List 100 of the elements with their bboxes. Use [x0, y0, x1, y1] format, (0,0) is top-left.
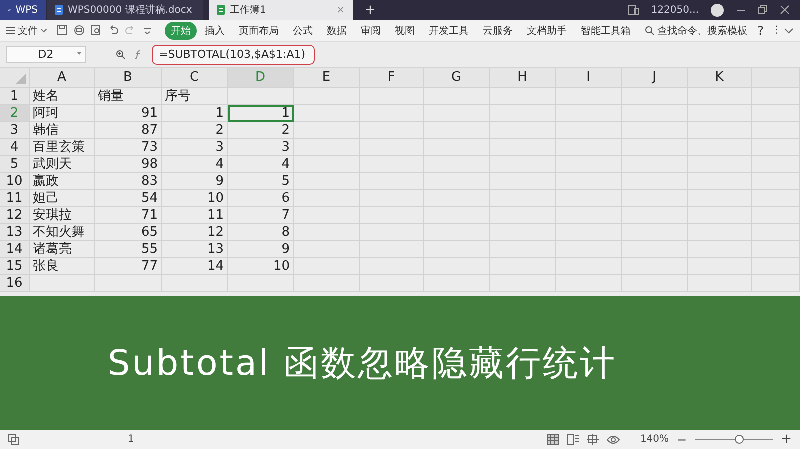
table-cell[interactable] — [360, 88, 424, 105]
table-cell[interactable] — [752, 224, 800, 241]
table-cell[interactable] — [424, 224, 490, 241]
table-cell[interactable] — [556, 258, 622, 275]
table-cell[interactable] — [424, 258, 490, 275]
column-header[interactable]: G — [424, 68, 490, 88]
table-cell[interactable]: 98 — [95, 156, 162, 173]
table-cell[interactable] — [622, 241, 688, 258]
close-icon[interactable] — [780, 5, 790, 15]
more-button[interactable]: ⋮ — [772, 25, 782, 36]
table-cell[interactable] — [360, 224, 424, 241]
ribbon-tab[interactable]: 审阅 — [355, 22, 387, 40]
table-cell[interactable] — [622, 88, 688, 105]
table-cell[interactable] — [556, 105, 622, 122]
table-cell[interactable] — [424, 190, 490, 207]
table-cell[interactable] — [622, 173, 688, 190]
table-cell[interactable] — [752, 139, 800, 156]
table-cell[interactable] — [294, 258, 360, 275]
ribbon-tab[interactable]: 数据 — [321, 22, 353, 40]
row-header[interactable]: 3 — [0, 122, 30, 139]
table-cell[interactable]: 54 — [95, 190, 162, 207]
table-cell[interactable] — [294, 207, 360, 224]
table-cell[interactable] — [556, 88, 622, 105]
table-cell[interactable] — [752, 88, 800, 105]
table-cell[interactable] — [490, 105, 556, 122]
table-cell[interactable]: 4 — [228, 156, 294, 173]
table-cell[interactable] — [556, 241, 622, 258]
table-cell[interactable] — [294, 241, 360, 258]
table-cell[interactable]: 张良 — [30, 258, 95, 275]
table-cell[interactable] — [490, 224, 556, 241]
column-header[interactable]: C — [162, 68, 228, 88]
table-cell[interactable] — [688, 224, 752, 241]
name-box[interactable]: D2 — [6, 46, 86, 63]
table-cell[interactable]: 12 — [162, 224, 228, 241]
table-cell[interactable] — [752, 105, 800, 122]
row-header[interactable]: 11 — [0, 190, 30, 207]
table-cell[interactable] — [360, 258, 424, 275]
table-cell[interactable] — [490, 88, 556, 105]
table-cell[interactable]: 武则天 — [30, 156, 95, 173]
row-header[interactable]: 1 — [0, 88, 30, 105]
table-cell[interactable] — [490, 275, 556, 292]
table-cell[interactable]: 韩信 — [30, 122, 95, 139]
avatar-icon[interactable] — [711, 4, 724, 16]
table-cell[interactable]: 安琪拉 — [30, 207, 95, 224]
table-cell[interactable] — [424, 105, 490, 122]
table-cell[interactable] — [424, 156, 490, 173]
table-cell[interactable] — [556, 173, 622, 190]
table-cell[interactable] — [752, 156, 800, 173]
table-cell[interactable] — [360, 173, 424, 190]
table-cell[interactable]: 6 — [228, 190, 294, 207]
new-tab-button[interactable]: + — [353, 0, 388, 20]
table-cell[interactable] — [360, 156, 424, 173]
table-cell[interactable] — [622, 156, 688, 173]
row-header[interactable]: 14 — [0, 241, 30, 258]
print-icon[interactable] — [74, 25, 85, 36]
table-cell[interactable]: 7 — [228, 207, 294, 224]
document-tab[interactable]: 工作簿1 × — [209, 0, 353, 20]
eye-icon[interactable] — [607, 434, 620, 444]
row-header[interactable]: 5 — [0, 156, 30, 173]
table-cell[interactable]: 4 — [162, 156, 228, 173]
selected-cell[interactable]: 1 — [228, 105, 294, 122]
formula-field[interactable]: =SUBTOTAL(103,$A$1:A1) — [152, 44, 315, 64]
table-cell[interactable]: 9 — [228, 241, 294, 258]
zoom-icon[interactable] — [116, 50, 126, 60]
ribbon-tab[interactable]: 智能工具箱 — [575, 22, 637, 40]
column-header[interactable]: B — [95, 68, 162, 88]
table-cell[interactable]: 销量 — [95, 88, 162, 105]
row-header[interactable]: 10 — [0, 173, 30, 190]
table-cell[interactable] — [752, 241, 800, 258]
table-cell[interactable] — [556, 224, 622, 241]
table-cell[interactable] — [294, 122, 360, 139]
table-cell[interactable] — [294, 190, 360, 207]
table-cell[interactable]: 71 — [95, 207, 162, 224]
table-cell[interactable] — [424, 139, 490, 156]
table-cell[interactable] — [622, 258, 688, 275]
restore-icon[interactable] — [758, 5, 768, 15]
app-tab[interactable]: WPS — [0, 0, 46, 20]
table-cell[interactable] — [424, 122, 490, 139]
table-cell[interactable]: 65 — [95, 224, 162, 241]
table-cell[interactable] — [556, 156, 622, 173]
table-cell[interactable]: 2 — [228, 122, 294, 139]
table-cell[interactable] — [622, 122, 688, 139]
ribbon-tab[interactable]: 页面布局 — [233, 22, 285, 40]
table-cell[interactable]: 83 — [95, 173, 162, 190]
table-cell[interactable] — [294, 139, 360, 156]
row-header[interactable]: 16 — [0, 275, 30, 292]
table-cell[interactable] — [622, 105, 688, 122]
table-cell[interactable] — [556, 122, 622, 139]
table-cell[interactable] — [490, 190, 556, 207]
table-cell[interactable] — [556, 190, 622, 207]
table-cell[interactable] — [556, 139, 622, 156]
table-cell[interactable]: 百里玄策 — [30, 139, 95, 156]
print-preview-icon[interactable] — [91, 25, 102, 36]
table-cell[interactable]: 87 — [95, 122, 162, 139]
select-all-icon[interactable] — [16, 74, 26, 84]
table-cell[interactable]: 不知火舞 — [30, 224, 95, 241]
table-cell[interactable]: 5 — [228, 173, 294, 190]
column-header[interactable]: J — [622, 68, 688, 88]
ribbon-tab[interactable]: 文档助手 — [521, 22, 573, 40]
user-name[interactable]: 122050... — [651, 4, 699, 16]
